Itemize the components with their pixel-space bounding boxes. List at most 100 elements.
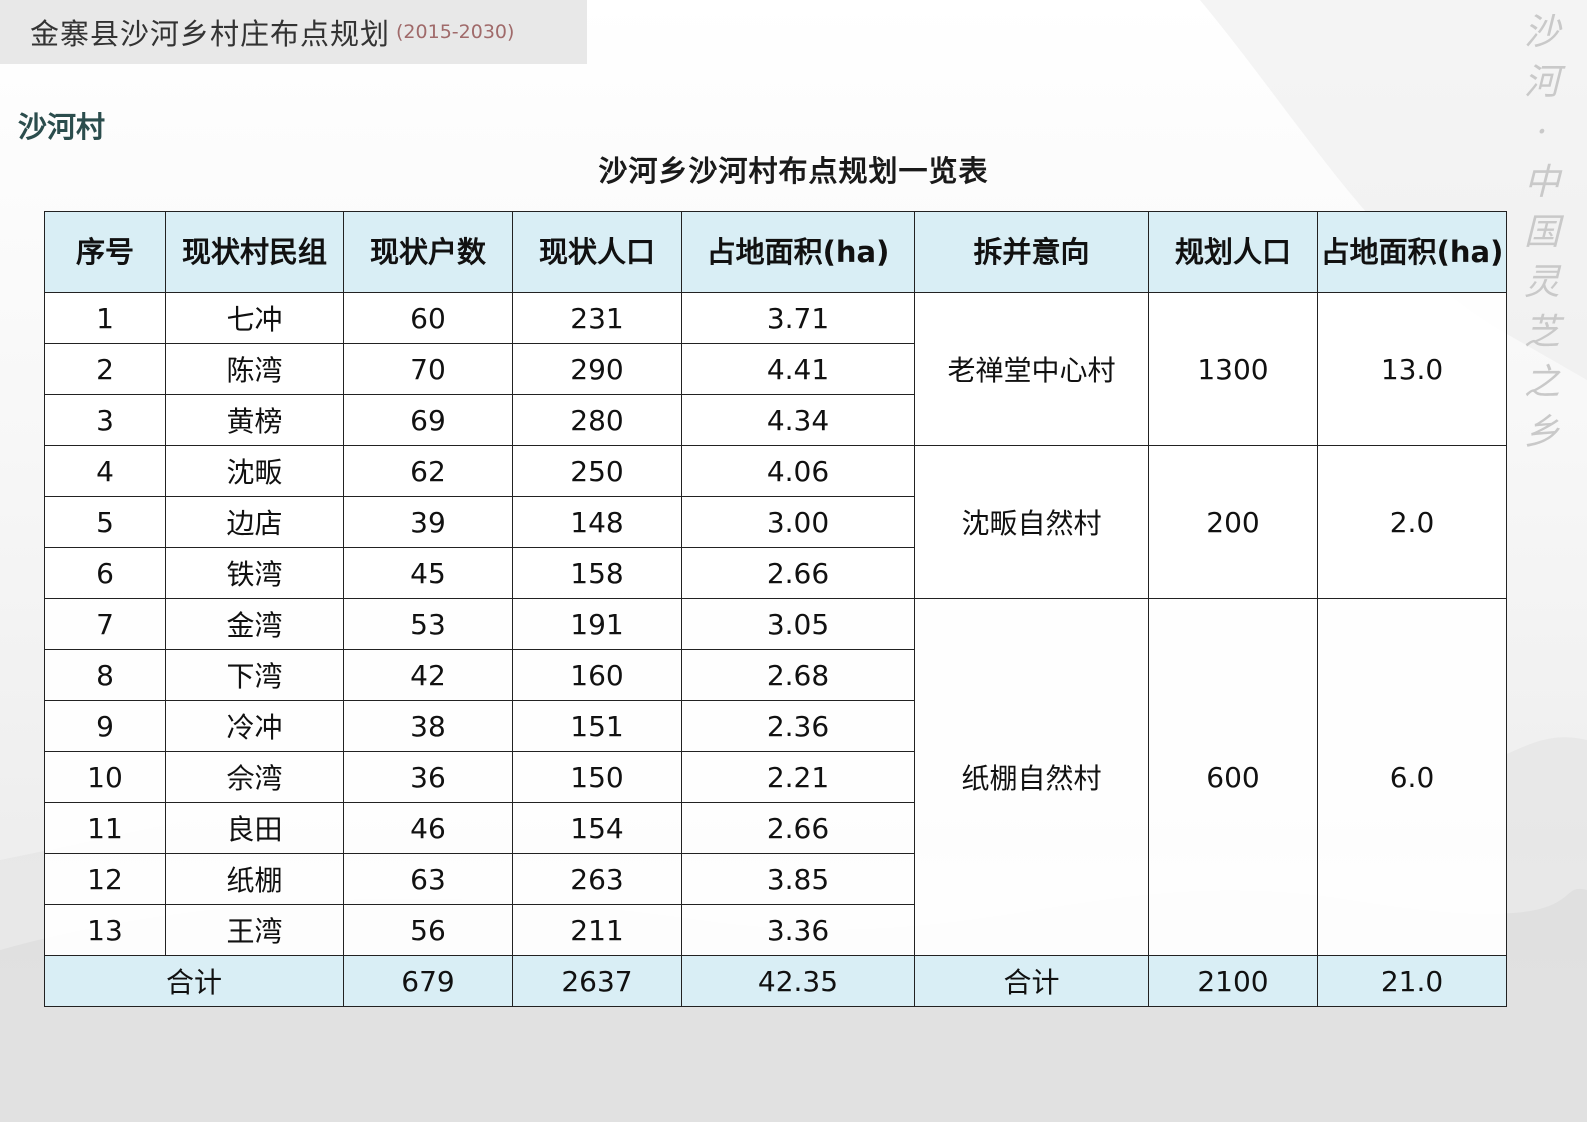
total-area: 42.35 [681, 955, 915, 1007]
cell-area: 3.71 [681, 292, 915, 344]
cell-area: 4.34 [681, 394, 915, 446]
watermark-char: 灵 [1523, 262, 1560, 303]
cell-population: 154 [512, 802, 682, 854]
watermark-char: · [1536, 112, 1548, 153]
cell-households: 63 [343, 853, 513, 905]
total-label: 合计 [44, 955, 344, 1007]
cell-population: 263 [512, 853, 682, 905]
cell-area: 4.41 [681, 343, 915, 395]
cell-area: 2.36 [681, 700, 915, 752]
cell-households: 39 [343, 496, 513, 548]
header-merge: 拆并意向 [914, 211, 1149, 293]
table-title: 沙河乡沙河村布点规划一览表 [598, 154, 989, 188]
cell-index: 8 [44, 649, 166, 701]
cell-area: 3.85 [681, 853, 915, 905]
total-population: 2637 [512, 955, 682, 1007]
cell-population: 250 [512, 445, 682, 497]
cell-index: 4 [44, 445, 166, 497]
cell-group: 下湾 [165, 649, 344, 701]
cell-plan-population: 200 [1148, 445, 1318, 599]
cell-index: 3 [44, 394, 166, 446]
cell-households: 60 [343, 292, 513, 344]
cell-group: 良田 [165, 802, 344, 854]
cell-households: 38 [343, 700, 513, 752]
watermark-char: 乡 [1523, 412, 1560, 453]
cell-index: 10 [44, 751, 166, 803]
table-row: 7 金湾 53 191 3.05 纸棚自然村 600 6.0 [44, 598, 1507, 956]
header-households: 现状户数 [343, 211, 513, 293]
cell-merge: 纸棚自然村 [914, 598, 1149, 956]
cell-index: 9 [44, 700, 166, 752]
cell-group: 王湾 [165, 904, 344, 956]
cell-group: 陈湾 [165, 343, 344, 395]
watermark-char: 河 [1523, 62, 1560, 103]
cell-index: 6 [44, 547, 166, 599]
cell-households: 45 [343, 547, 513, 599]
cell-plan-population: 1300 [1148, 292, 1318, 446]
watermark-char: 之 [1523, 362, 1560, 403]
header-population: 现状人口 [512, 211, 682, 293]
cell-population: 158 [512, 547, 682, 599]
cell-area: 2.21 [681, 751, 915, 803]
table-row: 1 七冲 60 231 3.71 老禅堂中心村 1300 13.0 [44, 292, 1507, 446]
table-total-row: 合计 679 2637 42.35 合计 2100 21.0 [44, 955, 1507, 1007]
cell-population: 151 [512, 700, 682, 752]
cell-population: 148 [512, 496, 682, 548]
total-plan-area: 21.0 [1317, 955, 1507, 1007]
cell-index: 1 [44, 292, 166, 344]
cell-group: 边店 [165, 496, 344, 548]
header-plan-area: 占地面积(ha) [1317, 211, 1507, 293]
cell-plan-area: 13.0 [1317, 292, 1507, 446]
cell-index: 2 [44, 343, 166, 395]
watermark-char: 芝 [1523, 312, 1560, 353]
cell-group: 纸棚 [165, 853, 344, 905]
cell-index: 11 [44, 802, 166, 854]
cell-population: 160 [512, 649, 682, 701]
cell-group: 黄榜 [165, 394, 344, 446]
total-households: 679 [343, 955, 513, 1007]
cell-group: 七冲 [165, 292, 344, 344]
cell-population: 290 [512, 343, 682, 395]
cell-households: 36 [343, 751, 513, 803]
watermark-char: 中 [1523, 162, 1560, 203]
header-plan-population: 规划人口 [1148, 211, 1318, 293]
cell-plan-population: 600 [1148, 598, 1318, 956]
cell-index: 12 [44, 853, 166, 905]
header-group: 现状村民组 [165, 211, 344, 293]
cell-area: 4.06 [681, 445, 915, 497]
cell-group: 金湾 [165, 598, 344, 650]
calligraphy-watermark: 沙 河 · 中 国 灵 芝 之 乡 [1512, 8, 1572, 458]
cell-index: 7 [44, 598, 166, 650]
watermark-char: 国 [1523, 212, 1560, 253]
cell-population: 150 [512, 751, 682, 803]
section-title: 沙河村 [18, 110, 106, 144]
planning-period: (2015-2030) [396, 21, 515, 43]
watermark-char: 沙 [1523, 12, 1560, 53]
cell-area: 2.66 [681, 547, 915, 599]
cell-households: 46 [343, 802, 513, 854]
cell-households: 53 [343, 598, 513, 650]
cell-group: 沈畈 [165, 445, 344, 497]
table-row: 4 沈畈 62 250 4.06 沈畈自然村 200 2.0 [44, 445, 1507, 599]
total-merge-label: 合计 [914, 955, 1149, 1007]
cell-population: 191 [512, 598, 682, 650]
cell-index: 5 [44, 496, 166, 548]
cell-merge: 沈畈自然村 [914, 445, 1149, 599]
cell-index: 13 [44, 904, 166, 956]
header-area: 占地面积(ha) [681, 211, 915, 293]
cell-plan-area: 6.0 [1317, 598, 1507, 956]
cell-area: 3.36 [681, 904, 915, 956]
cell-merge: 老禅堂中心村 [914, 292, 1149, 446]
document-title: 金寨县沙河乡村庄布点规划 [30, 17, 391, 51]
cell-households: 42 [343, 649, 513, 701]
cell-area: 3.00 [681, 496, 915, 548]
cell-area: 2.68 [681, 649, 915, 701]
village-plan-table: 序号 现状村民组 现状户数 现状人口 占地面积(ha) 拆并意向 规划人口 占地… [44, 211, 1507, 1007]
cell-group: 铁湾 [165, 547, 344, 599]
cell-population: 211 [512, 904, 682, 956]
header-index: 序号 [44, 211, 166, 293]
table-header-row: 序号 现状村民组 现状户数 现状人口 占地面积(ha) 拆并意向 规划人口 占地… [44, 211, 1507, 293]
cell-households: 62 [343, 445, 513, 497]
cell-plan-area: 2.0 [1317, 445, 1507, 599]
cell-group: 冷冲 [165, 700, 344, 752]
